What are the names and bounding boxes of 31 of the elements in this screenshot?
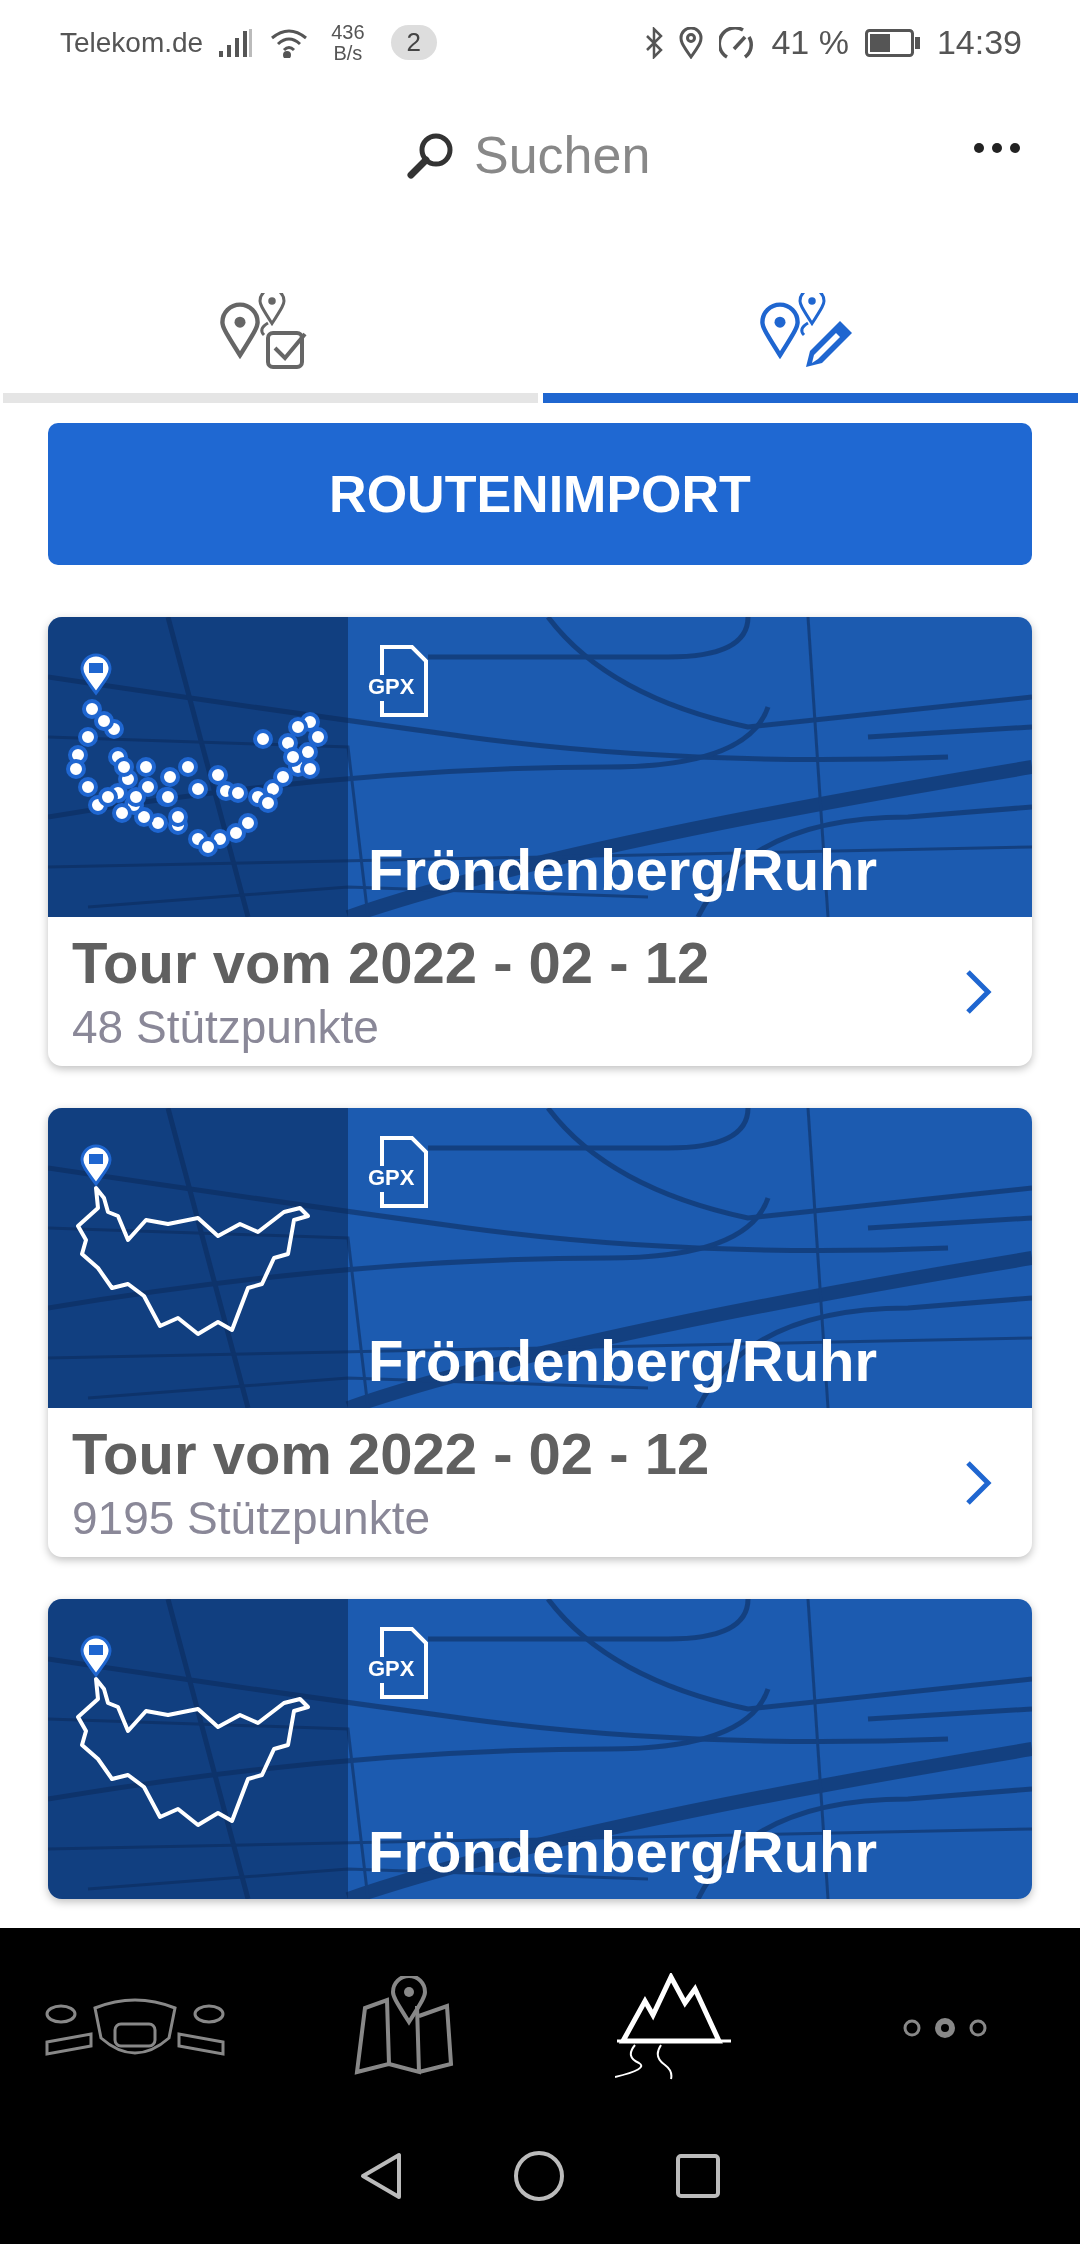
recents-button[interactable]: [675, 2153, 721, 2199]
carrier-name: Telekom.de: [60, 26, 204, 59]
bluetooth-icon: [645, 26, 664, 59]
file-type-label: GPX: [368, 675, 415, 699]
signal-icon: [219, 28, 254, 57]
back-button[interactable]: [359, 2151, 403, 2201]
route-card[interactable]: GPX Fröndenberg/Ruhr Tour vom 2022 - 02 - 12 9195 Stützpunkte: [48, 1108, 1032, 1557]
route-card[interactable]: GPX Fröndenberg/Ruhr Tour vom 2022 - 02 - 12 48 Stützpunkte: [48, 617, 1032, 1066]
location-name: Fröndenberg/Ruhr: [368, 836, 879, 903]
notification-count: 2: [390, 25, 438, 60]
home-button[interactable]: [513, 2150, 565, 2202]
more-options-button[interactable]: [974, 143, 1020, 153]
location-name: Fröndenberg/Ruhr: [368, 1818, 879, 1885]
route-card[interactable]: GPX Fröndenberg/Ruhr: [48, 1599, 1032, 1899]
tour-title: Tour vom 2022 - 02 - 12: [72, 929, 711, 996]
speedometer-icon: [719, 26, 756, 59]
route-import-button[interactable]: ROUTENIMPORT: [48, 423, 1032, 565]
location-name: Fröndenberg/Ruhr: [368, 1327, 879, 1394]
tour-title: Tour vom 2022 - 02 - 12: [72, 1420, 711, 1487]
speed-unit: B/s: [333, 42, 363, 64]
waypoint-count: 48 Stützpunkte: [72, 1000, 380, 1054]
battery-icon: [864, 28, 921, 57]
chevron-right-icon: [964, 1459, 992, 1506]
speed-value: 436: [331, 21, 365, 43]
chevron-right-icon: [964, 968, 992, 1015]
location-icon: [679, 26, 704, 59]
clock-time: 14:39: [936, 23, 1022, 62]
waypoint-count: 9195 Stützpunkte: [72, 1491, 432, 1545]
file-type-label: GPX: [368, 1657, 415, 1681]
file-type-label: GPX: [368, 1166, 415, 1190]
battery-percent: 41 %: [771, 23, 849, 62]
